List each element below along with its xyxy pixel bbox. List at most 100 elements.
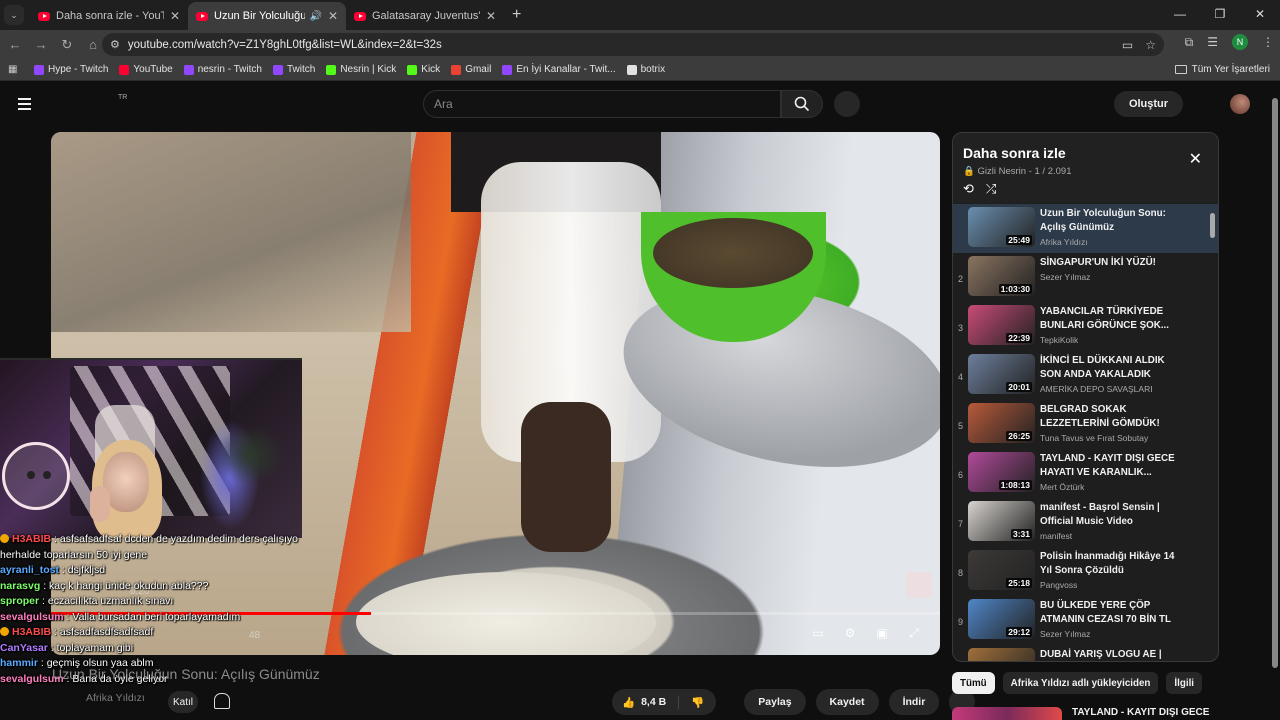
- playlist-item[interactable]: 6 1:08:13 TAYLAND - KAYIT DIŞI GECE HAYATI…: [953, 449, 1218, 498]
- chat-text: toplayamam gibi: [56, 641, 134, 654]
- reading-list-icon[interactable]: ☰: [1207, 35, 1218, 49]
- playlist-item[interactable]: 3 22:39 YABANCILAR TÜRKİYEDE BUNLARI GÖRÜN…: [953, 302, 1218, 351]
- bookmark-item[interactable]: Gmail: [451, 64, 491, 75]
- related-title[interactable]: TAYLAND - KAYIT DIŞI GECE: [1072, 707, 1209, 720]
- subtitles-icon[interactable]: ▭: [810, 626, 826, 640]
- tab-1[interactable]: Daha sonra izle - YouTube ✕: [30, 2, 188, 30]
- search-button[interactable]: [781, 90, 823, 118]
- join-button[interactable]: Katıl: [168, 691, 198, 713]
- playlist-thumbnail[interactable]: [968, 648, 1035, 661]
- playlist-scrollbar[interactable]: [1210, 209, 1215, 649]
- profile-avatar[interactable]: N: [1232, 34, 1248, 50]
- reload-icon[interactable]: ↻: [56, 34, 78, 56]
- playlist-thumbnail[interactable]: 26:25: [968, 403, 1035, 443]
- create-button[interactable]: Oluştur: [1114, 91, 1183, 117]
- bookmark-item[interactable]: Hype - Twitch: [34, 64, 108, 75]
- playlist-item-info: SİNGAPUR'UN İKİ YÜZÜ! Sezer Yılmaz: [1040, 256, 1175, 282]
- new-tab-button[interactable]: +: [512, 6, 521, 24]
- loop-icon[interactable]: ⟲: [963, 181, 974, 197]
- tab-audio-icon[interactable]: 🔊: [309, 11, 321, 22]
- apps-grid-icon[interactable]: ▦: [8, 64, 20, 76]
- voice-search-button[interactable]: [834, 91, 860, 117]
- bookmark-item[interactable]: Nesrin | Kick: [326, 64, 396, 75]
- playlist-item[interactable]: 5 26:25 BELGRAD SOKAK LEZZETLERİNİ GÖMDÜK!…: [953, 400, 1218, 449]
- playlist-thumbnail[interactable]: 22:39: [968, 305, 1035, 345]
- channel-name[interactable]: Afrika Yıldızı: [86, 692, 145, 704]
- theater-mode-icon[interactable]: ▣: [874, 626, 890, 640]
- playlist-item[interactable]: DUBAİ YARIŞ VLOGU AE | Asian: [953, 645, 1218, 661]
- bookmark-item[interactable]: nesrin - Twitch: [183, 64, 262, 75]
- filter-chip[interactable]: İlgili: [1166, 672, 1203, 694]
- chat-text: asfsafsadfsaf dcden de yazdım dedim ders…: [59, 533, 298, 545]
- account-avatar[interactable]: [1230, 94, 1250, 114]
- tab-search-chevron-icon[interactable]: ⌄: [4, 5, 24, 25]
- dislike-button[interactable]: 👎: [679, 696, 716, 709]
- bookmark-favicon-icon: [407, 64, 418, 75]
- youtube-favicon-icon: [196, 11, 208, 21]
- youtube-page: TR Ara Oluştur 0:20 48 ▭ ⚙ ▣ ⤢ H3ABIB: …: [0, 82, 1280, 720]
- shuffle-icon[interactable]: ⤮: [986, 181, 996, 197]
- bookmark-item[interactable]: YouTube: [119, 64, 173, 75]
- extensions-icon[interactable]: ⧉: [1185, 35, 1194, 50]
- playlist-title[interactable]: Daha sonra izle: [963, 145, 1208, 161]
- playlist-thumbnail[interactable]: 25:49: [968, 207, 1035, 247]
- settings-gear-icon[interactable]: ⚙: [842, 626, 858, 640]
- webcam-plant: [215, 425, 285, 485]
- video-duration: 1:08:13: [998, 480, 1032, 490]
- playlist-item[interactable]: 9 29:12 BU ÜLKEDE YERE ÇÖP ATMANIN CEZASI …: [953, 596, 1218, 645]
- bookmark-favicon-icon: [626, 64, 637, 75]
- tab-close-icon[interactable]: ✕: [170, 9, 180, 23]
- bookmark-star-icon[interactable]: ☆: [1145, 38, 1156, 52]
- bookmark-item[interactable]: botrix: [626, 64, 665, 75]
- site-info-icon[interactable]: ⚙: [110, 38, 120, 51]
- playlist-index: 5: [957, 421, 963, 431]
- back-icon[interactable]: ←: [4, 34, 26, 56]
- playlist-thumbnail[interactable]: 20:01: [968, 354, 1035, 394]
- autoplay-thumbnail[interactable]: [906, 572, 932, 598]
- playlist-scrollbar-thumb[interactable]: [1210, 213, 1215, 238]
- video-duration: 29:12: [1006, 627, 1032, 637]
- tab-close-icon[interactable]: ✕: [486, 9, 496, 23]
- fullscreen-icon[interactable]: ⤢: [906, 626, 922, 640]
- minimize-icon[interactable]: —: [1160, 0, 1200, 28]
- home-icon[interactable]: ⌂: [82, 34, 104, 56]
- bookmark-item[interactable]: Kick: [407, 64, 440, 75]
- related-video-preview[interactable]: TAYLAND - KAYIT DIŞI GECE: [952, 707, 1209, 720]
- bell-icon[interactable]: [214, 693, 230, 709]
- save-button[interactable]: Kaydet: [815, 689, 879, 715]
- playlist-thumbnail[interactable]: 3:31: [968, 501, 1035, 541]
- filter-chip[interactable]: Afrika Yıldızı adlı yükleyiciden: [1002, 672, 1159, 694]
- related-thumbnail[interactable]: [952, 707, 1062, 720]
- tab-close-icon[interactable]: ✕: [328, 9, 338, 23]
- cast-icon[interactable]: ▭: [1122, 38, 1133, 52]
- tab-3[interactable]: Galatasaray Juventus'u Nasıl Yendi ✕: [346, 2, 504, 30]
- menu-icon[interactable]: [18, 98, 31, 113]
- playlist-thumbnail[interactable]: 1:03:30: [968, 256, 1035, 296]
- playlist-item[interactable]: 7 3:31 manifest - Başrol Sensin | Official…: [953, 498, 1218, 547]
- tab-2[interactable]: Uzun Bir Yolculuğun Sonu: Açılış Günümüz…: [188, 2, 346, 30]
- close-icon[interactable]: ✕: [1189, 149, 1202, 169]
- browser-menu-icon[interactable]: ⋮: [1262, 35, 1274, 49]
- bookmark-item[interactable]: En İyi Kanallar - Twit...: [502, 64, 616, 75]
- playlist-thumbnail[interactable]: 29:12: [968, 599, 1035, 639]
- share-button[interactable]: Paylaş: [744, 689, 806, 715]
- page-scrollbar-thumb[interactable]: [1272, 98, 1278, 668]
- address-bar[interactable]: ⚙ youtube.com/watch?v=Z1Y8ghL0tfg&list=W…: [102, 33, 1164, 56]
- filter-chip[interactable]: Tümü: [952, 672, 995, 694]
- playlist-thumbnail[interactable]: 25:18: [968, 550, 1035, 590]
- search-input[interactable]: Ara: [423, 90, 781, 118]
- page-scrollbar[interactable]: [1270, 82, 1280, 720]
- playlist-thumbnail[interactable]: 1:08:13: [968, 452, 1035, 492]
- forward-icon[interactable]: →: [30, 34, 52, 56]
- close-window-icon[interactable]: ✕: [1240, 0, 1280, 28]
- playlist-item[interactable]: 8 25:18 Polisin İnanmadığı Hikâye 14 Yıl S…: [953, 547, 1218, 596]
- playlist-panel: Daha sonra izle 🔒 Gizli Nesrin - 1 / 2.0…: [952, 132, 1219, 662]
- playlist-item[interactable]: 2 1:03:30 SİNGAPUR'UN İKİ YÜZÜ! Sezer Yılma…: [953, 253, 1218, 302]
- restore-icon[interactable]: ❐: [1200, 0, 1240, 28]
- playlist-item[interactable]: 25:49 Uzun Bir Yolculuğun Sonu: Açılış Gü…: [953, 204, 1218, 253]
- playlist-item[interactable]: 4 20:01 İKİNCİ EL DÜKKANI ALDIK SON ANDA Y…: [953, 351, 1218, 400]
- all-bookmarks-button[interactable]: Tüm Yer İşaretleri: [1174, 64, 1270, 75]
- bookmark-item[interactable]: Twitch: [272, 64, 315, 75]
- like-button[interactable]: 👍 8,4 B: [612, 695, 680, 709]
- download-button[interactable]: İndir: [888, 689, 940, 715]
